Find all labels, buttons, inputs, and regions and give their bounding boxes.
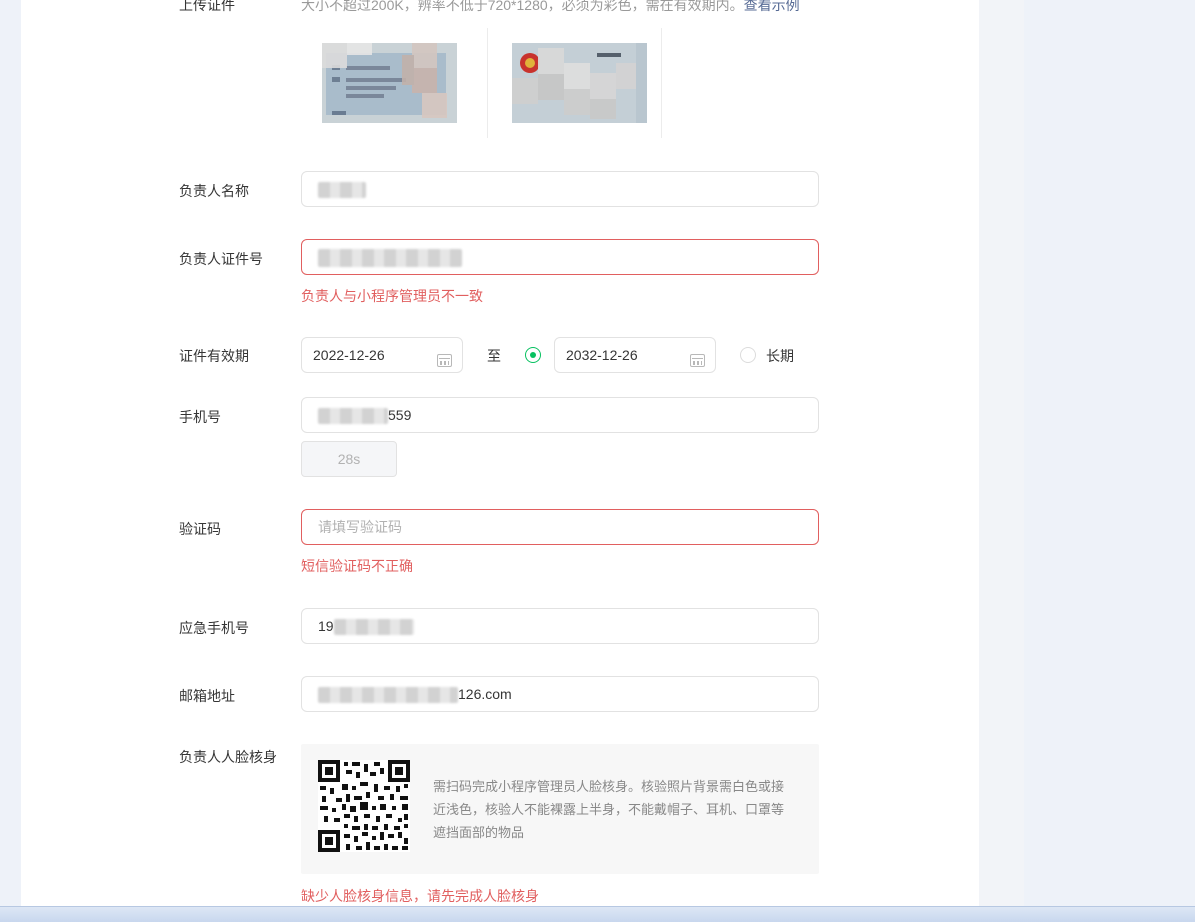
email-visible-suffix: 126.com <box>458 686 512 702</box>
calendar-icon <box>690 354 705 367</box>
validity-end-radio[interactable] <box>525 347 541 363</box>
email-input[interactable]: 126.com <box>301 676 819 712</box>
emergency-phone-visible-prefix: 19 <box>318 618 334 634</box>
validity-to: 至 <box>487 348 501 364</box>
validity-end-date[interactable]: 2032-12-26 <box>554 337 716 373</box>
face-verify-box: 需扫码完成小程序管理员人脸核身。核验照片背景需白色或接近浅色，核验人不能裸露上半… <box>301 744 819 874</box>
sms-code-label: 验证码 <box>179 521 221 537</box>
phone-input[interactable]: 559 <box>301 397 819 433</box>
sms-code-input[interactable]: 请填写验证码 <box>301 509 819 545</box>
sms-code-error: 短信验证码不正确 <box>301 558 413 574</box>
redacted-value <box>318 249 462 268</box>
resend-code-button[interactable]: 28s <box>301 441 397 477</box>
face-verify-description: 需扫码完成小程序管理员人脸核身。核验照片背景需白色或接近浅色，核验人不能裸露上半… <box>433 779 785 840</box>
validity-end-value: 2032-12-26 <box>566 347 638 363</box>
redacted-value <box>333 619 414 636</box>
sms-code-placeholder: 请填写验证码 <box>318 519 402 535</box>
owner-id-error: 负责人与小程序管理员不一致 <box>301 288 483 304</box>
bottom-taskbar <box>0 906 1195 922</box>
id-card-front-photo[interactable] <box>512 43 647 123</box>
long-term-label: 长期 <box>766 348 794 364</box>
photo-divider <box>661 28 662 138</box>
phone-label: 手机号 <box>179 409 221 425</box>
face-verify-error: 缺少人脸核身信息，请先完成人脸核身 <box>301 888 539 904</box>
calendar-icon <box>437 354 452 367</box>
id-card-back-image <box>322 43 457 123</box>
validity-start-date[interactable]: 2022-12-26 <box>301 337 463 373</box>
redacted-value <box>318 408 388 425</box>
owner-id-input[interactable] <box>301 239 819 275</box>
id-card-back-photo[interactable] <box>322 43 457 123</box>
photo-divider <box>487 28 488 138</box>
owner-id-label: 负责人证件号 <box>179 251 263 267</box>
validity-start-value: 2022-12-26 <box>313 347 385 363</box>
validity-label: 证件有效期 <box>179 348 249 364</box>
id-card-front-image <box>512 43 636 123</box>
owner-name-input[interactable] <box>301 171 819 207</box>
right-gutter <box>979 0 1024 906</box>
view-example-link[interactable]: 查看示例 <box>744 0 800 13</box>
phone-visible-suffix: 559 <box>388 407 412 423</box>
face-verify-label: 负责人人脸核身 <box>179 749 277 765</box>
upload-tip: 大小不超过200K，辨率不低于720*1280，必须为彩色，需在有效期内。查看示… <box>301 0 800 15</box>
upload-tip-text: 大小不超过200K，辨率不低于720*1280，必须为彩色，需在有效期内。 <box>301 0 744 13</box>
redacted-value <box>318 182 366 199</box>
emergency-phone-input[interactable]: 19 <box>301 608 819 644</box>
owner-name-label: 负责人名称 <box>179 183 249 199</box>
qr-code-icon[interactable] <box>318 760 410 852</box>
upload-label: 上传证件 <box>179 0 235 13</box>
emergency-phone-label: 应急手机号 <box>179 620 249 636</box>
redacted-value <box>318 687 458 704</box>
long-term-radio[interactable] <box>740 347 756 363</box>
email-label: 邮箱地址 <box>179 688 235 704</box>
